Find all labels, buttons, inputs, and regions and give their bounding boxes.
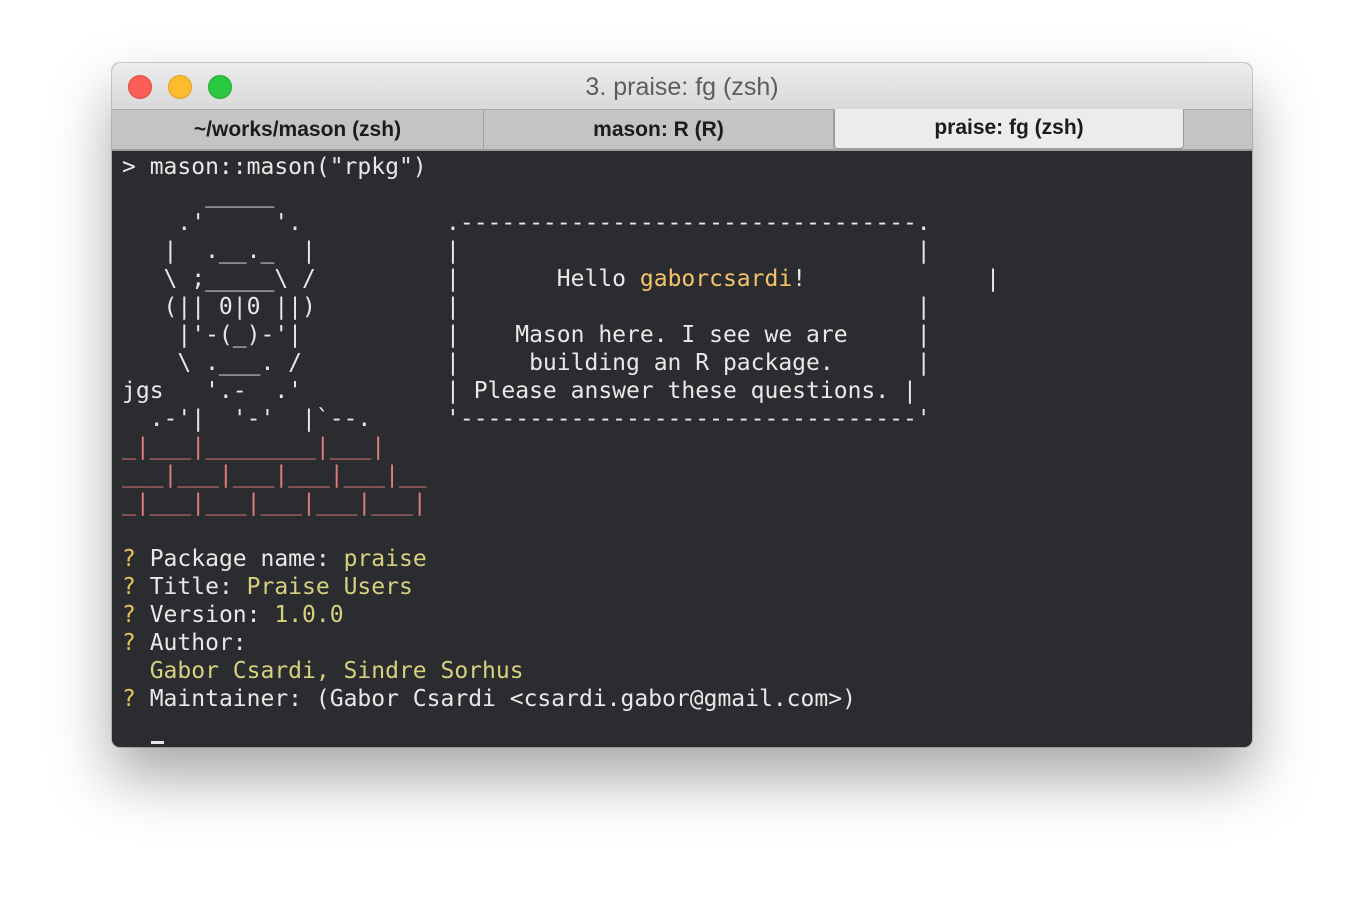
answer-version: 1.0.0 (274, 602, 344, 628)
command-line: > mason::mason("rpkg") (122, 154, 427, 180)
mason-art-line: .' '. (122, 210, 303, 236)
window-title: 3. praise: fg (zsh) (585, 73, 779, 101)
mason-art-line: .-'| '-' |`--. (122, 406, 372, 432)
mason-art-line: jgs '.- .' (122, 378, 303, 404)
terminal-window: 3. praise: fg (zsh) ~/works/mason (zsh) … (112, 63, 1252, 747)
tab-praise-fg[interactable]: praise: fg (zsh) (834, 109, 1184, 149)
prompt-title: ? Title: Praise Users (122, 574, 413, 600)
brick-row: _|___|___|___|___|___| (122, 490, 427, 516)
mason-art-line: \ .___. / (122, 350, 303, 376)
prompt-package-name: ? Package name: praise (122, 546, 427, 572)
prompt-version: ? Version: 1.0.0 (122, 602, 344, 628)
answer-package-name: praise (343, 546, 427, 572)
brick-row: ___|___|___|___|___|__ (122, 462, 427, 488)
mason-art-line: |'-(_)-'| (122, 322, 303, 348)
terminal-output[interactable]: > mason::mason("rpkg") _____ .' '. | .__… (112, 151, 1252, 747)
speech-box-line: | | (446, 294, 931, 320)
username: gaborcsardi (639, 266, 793, 292)
prompt-author: ? Author: (122, 630, 247, 656)
mason-art-line: _____ (122, 182, 275, 208)
mason-art-line: | .__._ | (122, 238, 316, 264)
tab-mason-r[interactable]: mason: R (R) (484, 110, 834, 150)
speech-box-line: | | (446, 238, 931, 264)
answer-title: Praise Users (246, 574, 413, 600)
speech-box-top: .---------------------------------. (446, 210, 931, 236)
mason-art-line: (|| 0|0 ||) (122, 294, 316, 320)
speech-box-line: | building an R package. | (446, 350, 931, 376)
speech-box-line: | Mason here. I see we are | (446, 322, 931, 348)
speech-box-greeting: | Hello gaborcsardi! | (446, 266, 1000, 292)
brick-row: _|___|________|___| (122, 434, 386, 460)
speech-box-line: | Please answer these questions. | (446, 378, 917, 404)
answer-author: Gabor Csardi, Sindre Sorhus (122, 658, 524, 684)
text-cursor (151, 741, 164, 744)
speech-box-bottom: '---------------------------------' (446, 406, 931, 432)
tab-works-mason[interactable]: ~/works/mason (zsh) (112, 110, 484, 150)
mason-art-line: \ ;_____\ / (122, 266, 316, 292)
title-bar[interactable]: 3. praise: fg (zsh) (112, 63, 1252, 109)
tab-bar: ~/works/mason (zsh) mason: R (R) praise:… (112, 109, 1252, 151)
prompt-maintainer: ? Maintainer: (Gabor Csardi <csardi.gabo… (122, 686, 856, 712)
